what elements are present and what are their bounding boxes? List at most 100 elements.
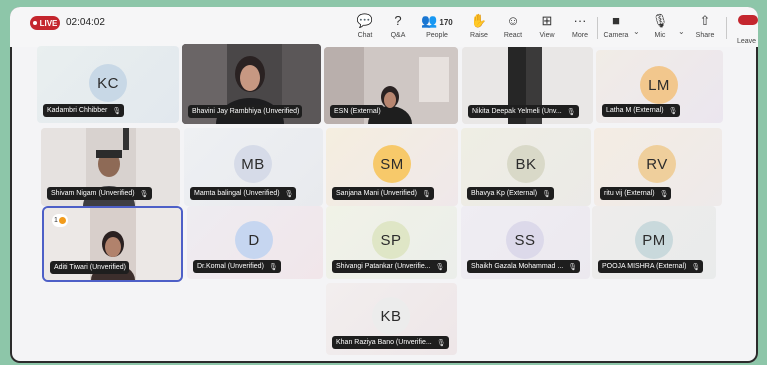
people-icon: 👥 170 [421, 13, 453, 30]
participant-tile[interactable]: MB Mamta balingal (Unverified) 🎙 [184, 128, 323, 206]
people-button[interactable]: 👥 170 People [417, 13, 457, 39]
mic-muted-icon: 🎙 [112, 107, 122, 115]
participant-name-text: Bhavini Jay Rambhiya (Unverified) [192, 108, 300, 115]
avatar: D [235, 221, 273, 259]
mic-muted-icon: 🎙 [436, 339, 446, 347]
react-label: React [503, 32, 523, 39]
participant-name-text: Khan Raziya Bano (Unverifie... [336, 339, 432, 346]
participant-name: Shivam Nigam (Unverified) 🎙 [47, 187, 152, 200]
camera-label: Camera [603, 32, 629, 39]
participant-name-text: Mamta balingal (Unverified) [194, 190, 280, 197]
participant-tile[interactable]: Nikita Deepak Yelmeli (Unv... 🎙 [462, 47, 593, 124]
participant-name: Latha M (External) 🎙 [602, 104, 681, 117]
avatar: KC [89, 64, 127, 102]
mic-button[interactable]: 🎙 Mic [643, 13, 677, 39]
participant-tile[interactable]: SM Sanjana Mani (Unverified) 🎙 [326, 128, 458, 206]
participant-name-text: Shivangi Patankar (Unverifie... [336, 263, 431, 270]
react-icon: ☺ [506, 13, 520, 28]
people-glyph: 👥 [421, 13, 438, 28]
participant-name: POOJA MISHRA (External) 🎙 [598, 260, 704, 273]
participant-tile[interactable]: KC Kadambri Chhibber 🎙 [37, 46, 179, 123]
participant-name: Shaikh Gazala Mohammad ... 🎙 [467, 260, 581, 273]
mic-muted-icon: 🎙 [668, 107, 678, 115]
participant-name-text: Dr.Komal (Unverified) [197, 263, 264, 270]
participant-name: Khan Raziya Bano (Unverifie... 🎙 [332, 336, 449, 349]
mic-chevron-down-icon[interactable]: ⌄ [678, 27, 685, 36]
more-button[interactable]: ··· More [563, 13, 597, 39]
raised-hand-order: 1 [54, 217, 58, 224]
participant-name: Bhavini Jay Rambhiya (Unverified) [188, 105, 303, 118]
qa-label: Q&A [390, 32, 406, 39]
participant-tile[interactable]: ESN (External) [324, 47, 458, 124]
raise-label: Raise [470, 32, 488, 39]
raised-hand-badge: 1 [52, 214, 68, 227]
mic-label: Mic [654, 32, 666, 39]
participant-name: Bhavya Kp (External) 🎙 [467, 187, 555, 200]
participant-name-text: POOJA MISHRA (External) [602, 263, 687, 270]
live-dot-icon [32, 21, 37, 25]
raise-hand-button[interactable]: ✋ Raise [462, 13, 496, 39]
camera-button[interactable]: ■ Camera [599, 13, 633, 39]
participant-tile[interactable]: BK Bhavya Kp (External) 🎙 [461, 128, 591, 206]
participant-tile-active[interactable]: 1 Aditi Tiwari (Unverified) [44, 208, 181, 280]
react-button[interactable]: ☺ React [496, 13, 530, 39]
chat-icon: 💬 [356, 13, 374, 28]
meeting-window: LIVE 02:04:02 💬 Chat ? Q&A 👥 170 People ✋… [10, 7, 758, 363]
meeting-toolbar: LIVE 02:04:02 💬 Chat ? Q&A 👥 170 People ✋… [10, 7, 758, 47]
mic-muted-icon: 🎙 [566, 108, 576, 116]
camera-chevron-down-icon[interactable]: ⌄ [633, 27, 640, 36]
share-button[interactable]: ⇧ Share [688, 13, 722, 39]
mic-muted-icon: 🎙 [691, 263, 701, 271]
mic-muted-icon: 🎙 [421, 190, 431, 198]
avatar: MB [234, 145, 272, 183]
view-button[interactable]: ⊞ View [530, 13, 564, 39]
participant-name: ritu vij (External) 🎙 [600, 187, 672, 200]
participant-name-text: Nikita Deepak Yelmeli (Unv... [472, 108, 562, 115]
participant-tile[interactable]: LM Latha M (External) 🎙 [596, 50, 723, 123]
live-badge: LIVE [30, 16, 60, 30]
chat-label: Chat [357, 32, 373, 39]
avatar: SP [372, 221, 410, 259]
mic-muted-icon: 🎙 [284, 190, 294, 198]
participant-tile[interactable]: KB Khan Raziya Bano (Unverifie... 🎙 [326, 283, 457, 355]
participant-tile[interactable]: D Dr.Komal (Unverified) 🎙 [187, 206, 323, 279]
participant-name-text: ritu vij (External) [604, 190, 655, 197]
participant-name: Sanjana Mani (Unverified) 🎙 [332, 187, 434, 200]
share-icon: ⇧ [699, 13, 711, 28]
qa-button[interactable]: ? Q&A [381, 13, 415, 39]
avatar: LM [640, 66, 678, 104]
people-count: 170 [439, 18, 453, 27]
toolbar-divider [597, 17, 598, 39]
participant-name: Mamta balingal (Unverified) 🎙 [190, 187, 297, 200]
participant-name-text: Sanjana Mani (Unverified) [336, 190, 417, 197]
participant-name: Nikita Deepak Yelmeli (Unv... 🎙 [468, 105, 579, 118]
participant-name-text: Aditi Tiwari (Unverified) [54, 264, 126, 271]
participant-tile[interactable]: Bhavini Jay Rambhiya (Unverified) [182, 44, 321, 124]
participant-tile[interactable]: SP Shivangi Patankar (Unverifie... 🎙 [326, 206, 457, 279]
participant-tile[interactable]: SS Shaikh Gazala Mohammad ... 🎙 [461, 206, 590, 279]
mic-muted-icon: 🎙 [542, 190, 552, 198]
participant-name-text: Kadambri Chhibber [47, 107, 108, 114]
participant-tile[interactable]: RV ritu vij (External) 🎙 [594, 128, 722, 206]
view-icon: ⊞ [541, 13, 553, 28]
more-icon: ··· [573, 13, 587, 28]
meeting-timer: 02:04:02 [66, 17, 105, 28]
people-label: People [426, 32, 448, 39]
participant-name-text: Bhavya Kp (External) [471, 190, 538, 197]
avatar: BK [507, 145, 545, 183]
chat-button[interactable]: 💬 Chat [348, 13, 382, 39]
mic-muted-icon: 🎙 [568, 263, 578, 271]
participant-name-text: Shaikh Gazala Mohammad ... [471, 263, 564, 270]
raise-hand-icon: ✋ [470, 13, 488, 28]
mic-muted-icon: 🎙 [435, 263, 445, 271]
qa-icon: ? [394, 13, 402, 28]
live-label: LIVE [39, 18, 58, 28]
leave-label[interactable]: Leave [737, 38, 756, 45]
participant-tile[interactable]: PM POOJA MISHRA (External) 🎙 [592, 206, 716, 279]
participant-name: Shivangi Patankar (Unverifie... 🎙 [332, 260, 448, 273]
avatar: KB [372, 297, 410, 335]
mic-muted-icon: 🎙 [268, 263, 278, 271]
participant-tile[interactable]: Shivam Nigam (Unverified) 🎙 [41, 128, 180, 206]
leave-phone-icon[interactable] [738, 15, 758, 25]
avatar: PM [635, 221, 673, 259]
